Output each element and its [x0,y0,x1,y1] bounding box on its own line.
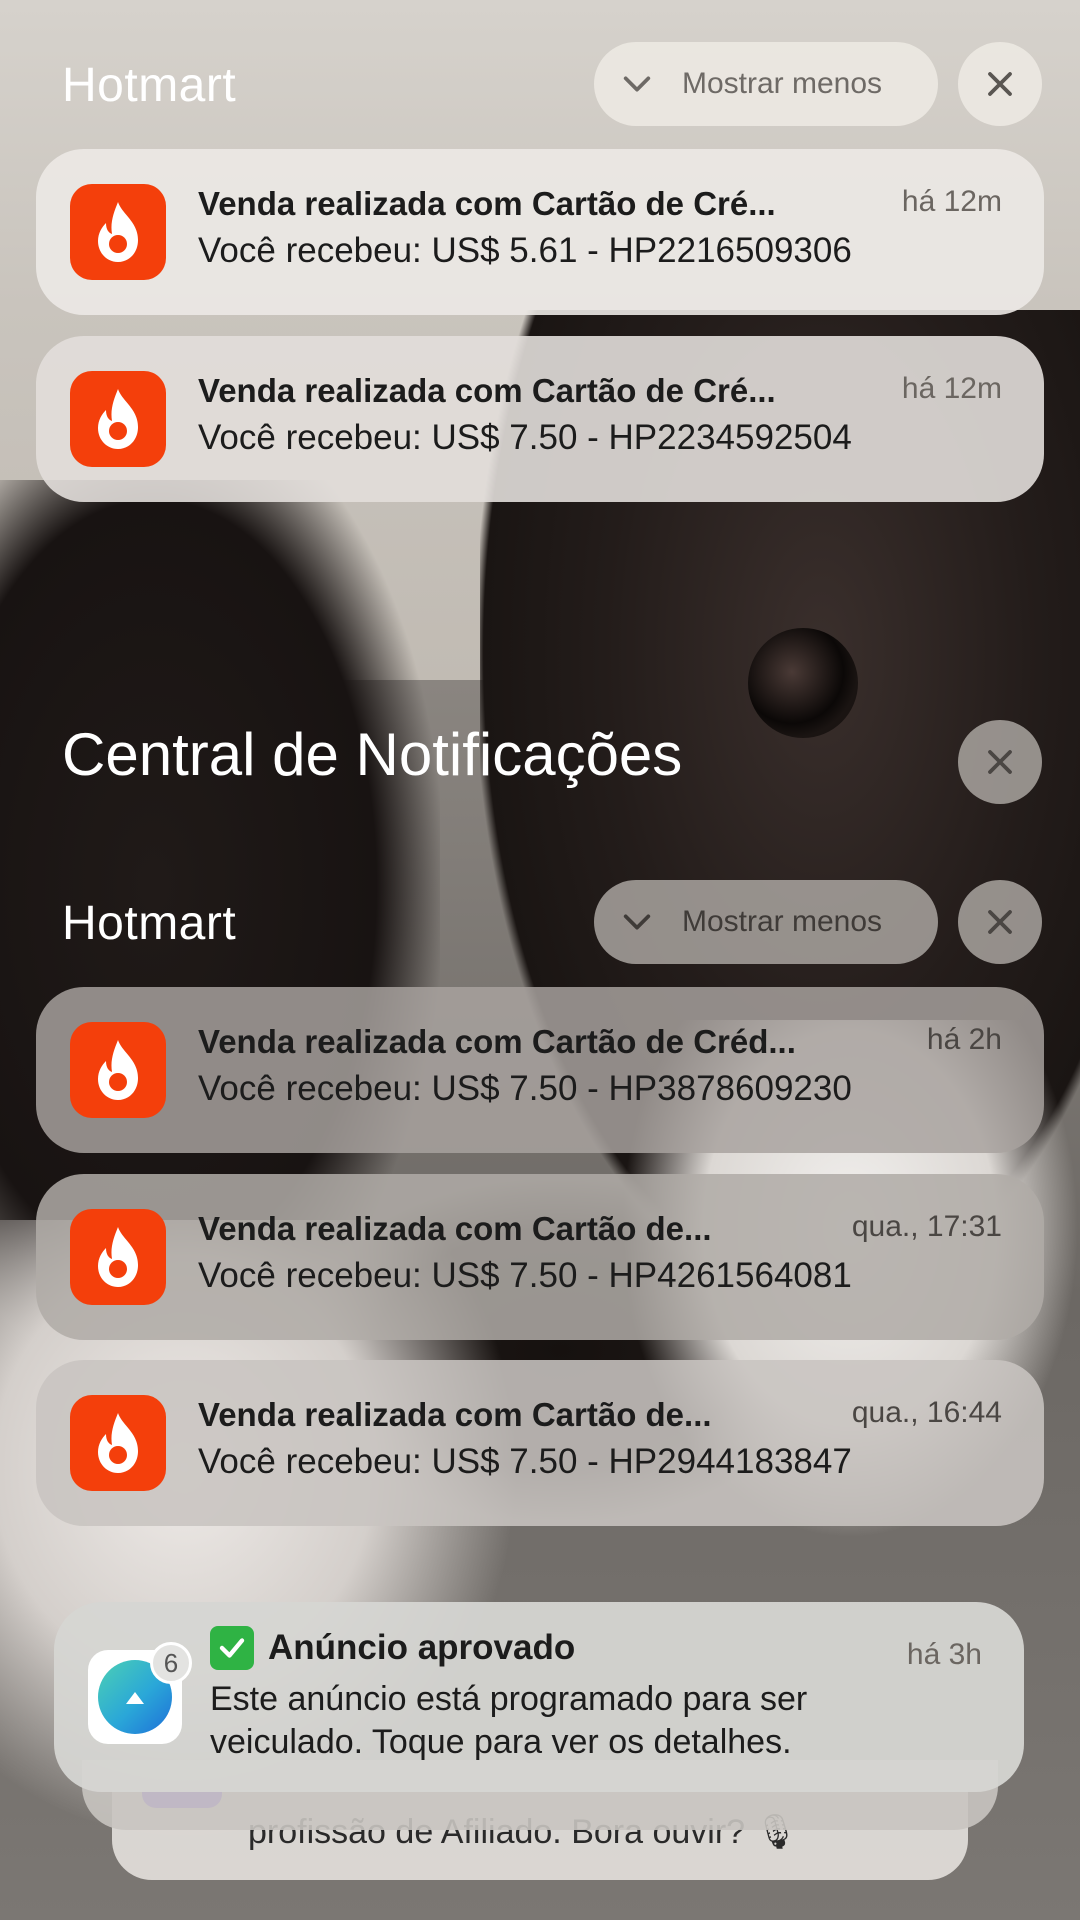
arrow-up-icon [126,1692,144,1704]
flame-icon [98,202,138,262]
notification-body: Você recebeu: US$ 7.50 - HP4261564081 [198,1256,852,1295]
flame-icon [98,389,138,449]
notification-card[interactable]: Venda realizada com Cartão de... Você re… [36,1174,1044,1340]
notification-title: Venda realizada com Cartão de Cré... [198,372,776,409]
hotmart-app-icon [70,184,166,280]
hotmart-app-icon [70,371,166,467]
notification-title: Venda realizada com Cartão de... [198,1396,712,1433]
notification-body: Você recebeu: US$ 7.50 - HP3878609230 [198,1069,852,1108]
hotmart-app-icon [70,1022,166,1118]
notification-card[interactable]: Venda realizada com Cartão de Créd... Vo… [36,987,1044,1153]
notification-time: qua., 17:31 [851,1210,1002,1243]
notification-title: Venda realizada com Cartão de... [198,1210,712,1247]
flame-icon [98,1227,138,1287]
clear-all-button[interactable] [958,720,1042,804]
clear-group-button[interactable] [958,42,1042,126]
show-less-button[interactable]: Mostrar menos [594,42,938,126]
group-title: Hotmart [62,897,237,950]
group-title: Hotmart [62,59,237,112]
notification-center-title: Central de Notificações [62,721,683,788]
notification-title: Anúncio aprovado [210,1626,575,1670]
show-less-label: Mostrar menos [682,67,883,100]
show-less-label: Mostrar menos [682,905,883,938]
notification-card[interactable]: Venda realizada com Cartão de... Você re… [36,1360,1044,1526]
notification-time: qua., 16:44 [851,1396,1002,1429]
chevron-down-icon [623,76,651,92]
notification-time: há 12m [901,185,1002,218]
top-group-header: Hotmart Mostrar menos [0,42,1080,132]
notification-count-badge: 6 [150,1642,192,1684]
notification-body: Você recebeu: US$ 7.50 - HP2944183847 [198,1442,852,1481]
close-icon [988,910,1012,934]
notification-body: Você recebeu: US$ 5.61 - HP2216509306 [198,231,852,270]
notification-time: há 2h [926,1023,1002,1056]
show-less-button[interactable]: Mostrar menos [594,880,938,964]
notification-time: há 12m [901,372,1002,405]
chevron-down-icon [623,914,651,930]
ad-approved-notification[interactable]: 6 Anúncio aprovado Este anúncio está pro… [54,1602,1024,1792]
notification-time: há 3h [906,1638,982,1671]
notification-title-text: Anúncio aprovado [268,1628,576,1667]
close-icon [988,750,1012,774]
notification-card[interactable]: Venda realizada com Cartão de Cré... Voc… [36,336,1044,502]
hotmart-app-icon [70,1395,166,1491]
notification-body: Este anúncio está programado para ser ve… [210,1680,808,1761]
hotmart-app-icon [70,1209,166,1305]
check-mark-icon [210,1626,254,1670]
notification-title: Venda realizada com Cartão de Cré... [198,185,776,222]
flame-icon [98,1413,138,1473]
notification-card[interactable]: Venda realizada com Cartão de Cré... Voc… [36,149,1044,315]
notification-title: Venda realizada com Cartão de Créd... [198,1023,796,1060]
flame-icon [98,1040,138,1100]
second-group-header: Hotmart Mostrar menos [0,880,1080,970]
clear-group-button[interactable] [958,880,1042,964]
notification-body: Você recebeu: US$ 7.50 - HP2234592504 [198,418,852,457]
close-icon [988,72,1012,96]
